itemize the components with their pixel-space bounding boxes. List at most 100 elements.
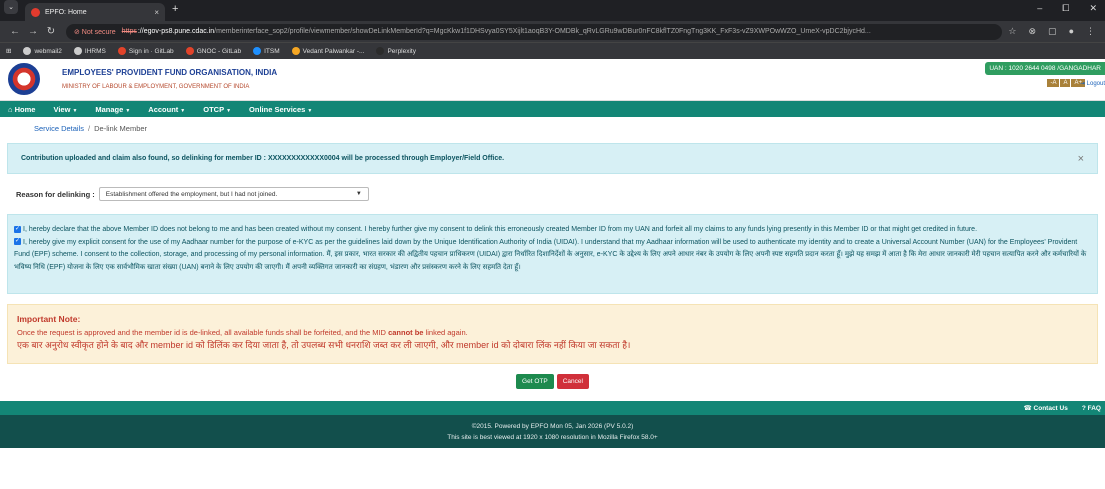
url-input[interactable]: ⊘ Not secure https ://egov-ps8.pune.cdac…: [66, 23, 1003, 40]
bookmark-favicon-icon: [291, 47, 300, 55]
bookmark-item[interactable]: GNOC - GitLab: [185, 47, 242, 55]
tab-search-icon[interactable]: ⌄: [4, 0, 18, 14]
minimize-icon[interactable]: –: [1037, 3, 1042, 14]
bookmark-label: Vedant Palwankar -...: [302, 47, 365, 55]
alert-message: Contribution uploaded and claim also fou…: [21, 155, 505, 162]
address-bar-row: ← → ↻ ⊘ Not secure https ://egov-ps8.pun…: [0, 21, 1105, 42]
extension-icon[interactable]: ⊗: [1029, 26, 1037, 37]
copyright-text: ©2015. Powered by EPFO Mon 05, Jan 2026 …: [471, 423, 634, 430]
breadcrumb-service-details[interactable]: Service Details: [34, 124, 84, 133]
bookmark-favicon-icon: [117, 47, 126, 55]
important-heading: Important Note:: [17, 314, 81, 324]
font-normal-button[interactable]: A: [1060, 79, 1071, 87]
nav-online-services[interactable]: Online Services ▼: [249, 105, 312, 114]
window-controls: – ⧠ ✕: [1037, 3, 1097, 14]
bookmark-item[interactable]: Sign in · GitLab: [117, 47, 174, 55]
not-secure-badge[interactable]: ⊘ Not secure: [74, 28, 116, 36]
font-decrease-button[interactable]: -A: [1047, 79, 1060, 87]
site-header: EMPLOYEES' PROVIDENT FUND ORGANISATION, …: [0, 59, 1105, 101]
close-window-icon[interactable]: ✕: [1089, 3, 1097, 14]
aadhaar-consent: ✓ I, hereby give my explicit consent for …: [14, 237, 1091, 275]
tab-title: EPFO: Home: [45, 8, 87, 16]
uan-badge: UAN : 1020 2644 0498 /GANGADHAR: [985, 62, 1105, 75]
bookmark-label: webmail2: [34, 47, 62, 55]
reason-label: Reason for delinking :: [16, 189, 95, 199]
caret-down-icon: ▼: [72, 107, 78, 114]
logout-link[interactable]: ⇥ Logout: [1080, 80, 1105, 87]
breadcrumb-separator: /: [88, 123, 91, 133]
footer: ©2015. Powered by EPFO Mon 05, Jan 2026 …: [0, 415, 1105, 448]
bookmark-item[interactable]: webmail2: [23, 47, 62, 55]
contact-us-link[interactable]: ☎ Contact Us: [1024, 404, 1068, 412]
delink-info-alert: Contribution uploaded and claim also fou…: [7, 143, 1098, 174]
bookmark-label: Sign in · GitLab: [128, 47, 174, 55]
bookmark-item[interactable]: IHRMS: [73, 47, 106, 55]
breadcrumb-current: De-link Member: [94, 123, 148, 133]
aadhaar-checkbox[interactable]: ✓: [14, 238, 21, 246]
url-path: /memberinterface_sop2/profile/viewmember…: [214, 28, 871, 35]
bookmark-favicon-icon: [23, 47, 32, 55]
nav-account[interactable]: Account ▼: [148, 105, 185, 114]
profile-avatar-icon[interactable]: ●: [1069, 26, 1074, 37]
caret-down-icon: ▼: [180, 107, 186, 114]
declaration-text: I, hereby declare that the above Member …: [23, 226, 978, 233]
bookmarks-bar: ⊞ webmail2 IHRMS Sign in · GitLab GNOC - Gi…: [0, 42, 1105, 59]
bookmark-favicon-icon: [376, 47, 385, 55]
caret-down-icon: ▼: [125, 107, 131, 114]
footer-nav: ☎ Contact Us ? FAQ: [0, 401, 1105, 415]
bookmark-favicon-icon: [185, 47, 194, 55]
faq-link[interactable]: ? FAQ: [1082, 405, 1101, 412]
nav-manage[interactable]: Manage ▼: [95, 105, 130, 114]
breadcrumb: Service Details / De-link Member: [0, 117, 1105, 139]
reload-icon[interactable]: ↻: [42, 26, 60, 37]
home-icon: ⌂: [8, 104, 15, 114]
reason-selected-value: Establishment offered the employment, bu…: [105, 190, 278, 198]
restore-icon[interactable]: ⧠: [1062, 3, 1069, 14]
new-tab-icon[interactable]: +: [172, 3, 178, 15]
important-note: Important Note: Once the request is appr…: [7, 304, 1098, 364]
action-buttons: Get OTP Cancel: [0, 364, 1105, 398]
important-text: Once the request is approved and the mem…: [17, 328, 468, 337]
best-viewed-text: This site is best viewed at 1920 x 1080 …: [447, 434, 658, 441]
phone-icon: ☎: [1023, 405, 1034, 412]
important-bold: cannot be: [388, 328, 424, 337]
browser-tab[interactable]: EPFO: Home ×: [25, 3, 165, 21]
side-panel-icon[interactable]: ▢: [1048, 26, 1057, 37]
bookmark-favicon-icon: [73, 47, 82, 55]
back-icon[interactable]: ←: [6, 26, 24, 37]
bookmark-favicon-icon: [253, 47, 262, 55]
browser-tab-bar: ⌄ EPFO: Home × + – ⧠ ✕: [0, 0, 1105, 21]
nav-home[interactable]: ⌂ Home: [8, 105, 35, 114]
declaration-checkbox[interactable]: ✓: [14, 225, 21, 233]
forward-icon[interactable]: →: [24, 26, 42, 37]
apps-grid-icon[interactable]: ⊞: [6, 47, 11, 55]
caret-down-icon: ▼: [226, 107, 232, 114]
nav-view[interactable]: View ▼: [53, 105, 77, 114]
bookmark-label: GNOC - GitLab: [196, 47, 242, 55]
important-hindi: एक बार अनुरोध स्वीकृत होने के बाद और mem…: [17, 340, 631, 350]
declaration-consent: ✓ I, hereby declare that the above Member…: [14, 224, 1091, 237]
bookmark-star-icon[interactable]: ☆: [1008, 26, 1016, 37]
bookmark-label: IHRMS: [84, 47, 106, 55]
bookmark-item[interactable]: Vedant Palwankar -...: [291, 47, 365, 55]
bookmark-item[interactable]: ITSM: [253, 47, 280, 55]
bookmark-label: ITSM: [264, 47, 280, 55]
bookmark-item[interactable]: Perplexity: [376, 47, 416, 55]
get-otp-button[interactable]: Get OTP: [516, 373, 554, 389]
consent-box: ✓ I, hereby declare that the above Member…: [7, 214, 1098, 294]
org-name: EMPLOYEES' PROVIDENT FUND ORGANISATION, …: [62, 68, 278, 77]
ministry-name: MINISTRY OF LABOUR & EMPLOYMENT, GOVERNM…: [62, 84, 250, 90]
nav-otcp[interactable]: OTCP ▼: [203, 105, 231, 114]
cancel-button[interactable]: Cancel: [556, 373, 589, 389]
reason-row: Reason for delinking : Establishment off…: [0, 174, 1105, 214]
close-icon[interactable]: ×: [1078, 153, 1084, 165]
more-menu-icon[interactable]: ⋮: [1086, 26, 1095, 37]
reason-select[interactable]: Establishment offered the employment, bu…: [98, 187, 369, 201]
epfo-favicon-icon: [31, 7, 40, 17]
tab-close-icon[interactable]: ×: [154, 8, 159, 17]
bookmark-label: Perplexity: [387, 47, 416, 55]
main-nav: ⌂ Home View ▼ Manage ▼ Account ▼ OTCP ▼ Onli…: [0, 101, 1105, 117]
caret-down-icon: ▼: [307, 107, 313, 114]
epfo-logo[interactable]: [8, 63, 40, 95]
url-scheme: https: [121, 28, 137, 35]
